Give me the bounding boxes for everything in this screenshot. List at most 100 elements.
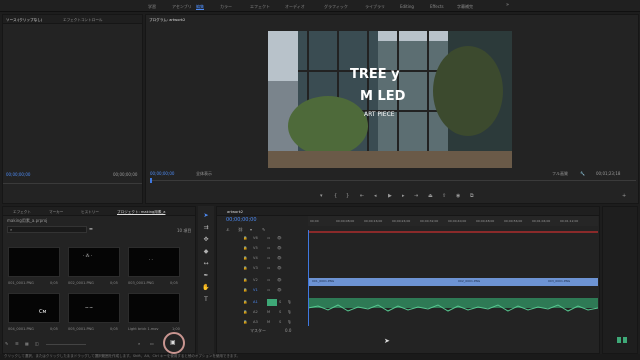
play-icon[interactable]: ▶: [388, 193, 392, 199]
search-icon: ⌕: [10, 227, 13, 232]
fit-dropdown[interactable]: 全体表示: [196, 172, 212, 176]
ruler-label: 00;00;32;00: [420, 219, 439, 223]
track-header-v2[interactable]: 🔒 V2 ▭ 👁: [243, 276, 305, 285]
step-back-icon[interactable]: ◂: [374, 193, 377, 199]
track-header-v5[interactable]: 🔒 V5 ▭ 👁: [243, 244, 305, 253]
track-select-icon[interactable]: ⇉: [202, 224, 210, 232]
freeform-icon[interactable]: ◫: [35, 342, 39, 346]
hand-icon[interactable]: ✋: [202, 284, 210, 292]
project-item-duration: 0;05: [110, 327, 118, 331]
mark-out-icon[interactable]: }: [346, 193, 349, 199]
track-header-v4[interactable]: 🔒 V4 ▭ 👁: [243, 254, 305, 263]
ws-color[interactable]: カラー: [220, 4, 232, 10]
step-forward-icon[interactable]: ▸: [402, 193, 405, 199]
quality-dropdown[interactable]: フル画質: [552, 172, 568, 176]
track-header-v3[interactable]: 🔒 V3 ▭ 👁: [243, 264, 305, 273]
slip-icon[interactable]: ↔: [202, 260, 210, 268]
timeline-ruler[interactable]: 00;00 00;00;08;00 00;00;16;00 00;00;24;0…: [308, 216, 598, 226]
lift-icon[interactable]: ⏏: [428, 193, 433, 199]
ws-assembly[interactable]: アセンブリ: [172, 4, 192, 10]
ruler-label: 00;00;48;00: [476, 219, 495, 223]
ws-edit[interactable]: 編集: [196, 4, 204, 10]
ws-graphics[interactable]: グラフィック: [324, 4, 348, 10]
track-label: A2: [253, 310, 258, 314]
track-header-v1[interactable]: 🔒 V1 ▭ 👁: [243, 286, 305, 295]
add-button-icon[interactable]: +: [622, 193, 626, 199]
razor-icon[interactable]: ◆: [202, 248, 210, 256]
track-label: V2: [253, 278, 258, 282]
audio-clip-track[interactable]: [307, 298, 599, 312]
clip-label: 001_0001.PNG: [312, 279, 335, 283]
project-item-thumb[interactable]: [8, 247, 60, 277]
project-item-thumb[interactable]: · ⁂ ·: [68, 247, 120, 277]
tab-timeline[interactable]: artwork2: [227, 210, 243, 214]
master-volume[interactable]: 0.0: [285, 329, 291, 333]
tab-program[interactable]: プログラム: artwork2: [149, 18, 185, 23]
extract-icon[interactable]: ⇪: [442, 193, 446, 199]
ws-effects2[interactable]: Effects: [430, 4, 444, 9]
icon-view-icon[interactable]: ▦: [25, 342, 29, 346]
ws-libraries[interactable]: ライブラリ: [365, 4, 385, 10]
source-timecode[interactable]: 00;00;00;00: [6, 173, 30, 177]
camera-icon[interactable]: ◉: [456, 193, 460, 199]
video-clip-track[interactable]: 001_0001.PNG 002_0001.PNG 003_0001.PNG: [308, 278, 598, 286]
marker-icon[interactable]: ▾: [320, 193, 323, 199]
more-icon[interactable]: »: [506, 3, 509, 8]
source-panel: ソース:(クリップなし) エフェクトコントロール 00;00;00;00 00;…: [2, 14, 143, 204]
settings-icon[interactable]: ✎: [262, 228, 265, 232]
folder-icon[interactable]: ▬: [89, 227, 93, 231]
timeline-timecode[interactable]: 00;00;00;00: [226, 218, 257, 223]
wrench-icon[interactable]: 🔧: [580, 172, 585, 176]
ws-audio[interactable]: オーディオ: [285, 4, 305, 10]
track-header-a1[interactable]: 🔒 A1 S 🎙: [243, 298, 305, 307]
pencil-icon[interactable]: ✎: [5, 342, 8, 346]
list-view-icon[interactable]: ☰: [15, 342, 19, 346]
tab-markers[interactable]: マーカー: [49, 210, 63, 215]
ws-effects[interactable]: エフェクト: [250, 4, 270, 10]
track-label: V1: [253, 288, 258, 292]
type-icon[interactable]: T: [202, 296, 210, 304]
project-search-input[interactable]: [7, 226, 87, 233]
tab-source[interactable]: ソース:(クリップなし): [6, 18, 42, 23]
timeline-playhead[interactable]: [308, 230, 309, 326]
mark-in-icon[interactable]: {: [334, 193, 337, 199]
project-item-thumb[interactable]: ~·~: [68, 293, 120, 323]
tab-project[interactable]: プロジェクト: making用素_a: [117, 210, 165, 215]
tab-history[interactable]: ヒストリー: [81, 210, 99, 215]
project-item-name: 004_0001.PNG: [8, 327, 34, 331]
source-timecode-right: 00;00;00;00: [113, 172, 138, 177]
overlay-text-3: ART PIECE: [364, 111, 395, 118]
linked-icon[interactable]: ⛓: [238, 228, 243, 232]
track-header-a2[interactable]: 🔒 A2 M S 🎙: [243, 308, 305, 317]
selection-tool-icon[interactable]: ➤: [202, 212, 210, 220]
compare-icon[interactable]: ⧉: [470, 193, 474, 199]
go-to-out-icon[interactable]: ⇥: [414, 193, 418, 199]
program-playhead[interactable]: [150, 178, 152, 183]
ws-editing[interactable]: Editing: [400, 4, 414, 9]
project-item-duration: 1;00: [172, 327, 180, 331]
source-scrub[interactable]: [3, 183, 142, 184]
project-item-thumb[interactable]: · ·: [128, 247, 180, 277]
pen-icon[interactable]: ✒: [202, 272, 210, 280]
project-item-thumb[interactable]: [128, 293, 180, 323]
ws-captions[interactable]: 字幕補完: [457, 4, 473, 10]
go-to-in-icon[interactable]: ⇤: [360, 193, 364, 199]
ripple-edit-icon[interactable]: ✥: [202, 236, 210, 244]
zoom-slider[interactable]: [46, 344, 86, 345]
premiere-window: 学習 アセンブリ 編集 カラー エフェクト オーディオ グラフィック ライブラリ…: [0, 0, 640, 360]
marker-add-icon[interactable]: ▾: [250, 228, 252, 232]
new-bin-icon[interactable]: ▭: [150, 342, 154, 346]
ws-learn[interactable]: 学習: [148, 4, 156, 10]
project-item-thumb[interactable]: Cᴍ: [8, 293, 60, 323]
track-header-a3[interactable]: 🔒 A3 M S 🎙: [243, 318, 305, 327]
program-scrub-bar[interactable]: [150, 180, 636, 181]
snap-icon[interactable]: ⚓: [226, 228, 230, 232]
search-icon[interactable]: ⌕: [138, 342, 140, 346]
tab-effects[interactable]: エフェクト: [13, 210, 31, 215]
new-item-icon[interactable]: ▣: [170, 340, 176, 346]
tab-effect-controls[interactable]: エフェクトコントロール: [63, 18, 103, 23]
ruler-label: 00;00;16;00: [364, 219, 383, 223]
program-timecode[interactable]: 00;00;00;00: [150, 172, 174, 176]
audio-meter-panel: [602, 206, 638, 354]
track-header-v6[interactable]: 🔒 V6 ▭ 👁: [243, 234, 305, 243]
